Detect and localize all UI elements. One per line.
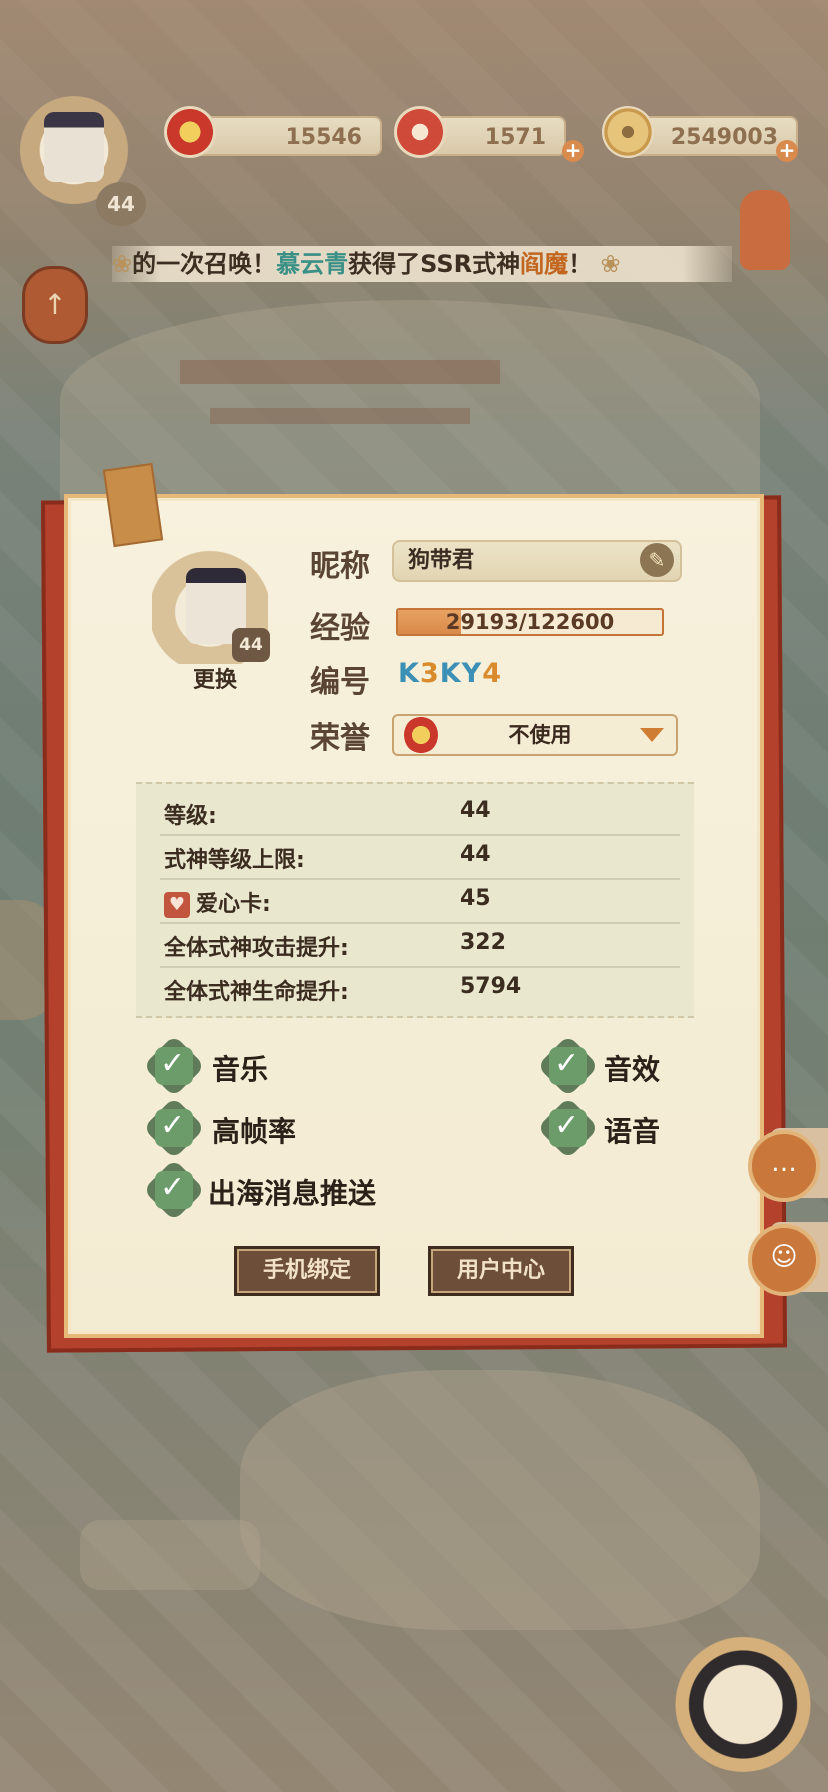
stat-label: 等级:	[164, 804, 217, 829]
magatama-icon	[394, 106, 446, 158]
voice-label: 语音	[604, 1115, 661, 1148]
chat-bubble-icon[interactable]: …	[748, 1130, 820, 1202]
stat-label: 全体式神生命提升:	[164, 980, 349, 1005]
stat-value: 44	[460, 798, 491, 823]
stat-value: 322	[460, 930, 506, 955]
character-corner-icon[interactable]	[668, 1622, 818, 1772]
add-gold-button[interactable]: +	[776, 140, 798, 162]
stat-value: 5794	[460, 974, 522, 999]
marquee-player: 慕云青	[276, 250, 349, 278]
heart-card-icon: ♥	[164, 892, 190, 918]
stat-label: 爱心卡:	[196, 892, 271, 917]
honor-points-value: 15546	[285, 125, 362, 150]
marquee-flower-icon: ❀	[112, 250, 133, 278]
add-magatama-button[interactable]: +	[562, 140, 584, 162]
gold-value: 2549003	[670, 125, 778, 150]
honor-value: 不使用	[508, 723, 572, 747]
stat-value: 44	[460, 842, 491, 867]
magatama-value: 1571	[484, 125, 546, 150]
stat-row: 式神等级上限: 44	[160, 834, 680, 880]
nickname-label: 昵称	[310, 549, 370, 584]
id-label: 编号	[310, 665, 370, 700]
stat-value: 45	[460, 886, 491, 911]
stat-label-with-icon: ♥ 爱心卡:	[164, 886, 271, 918]
mascot-icon[interactable]: ☺	[748, 1224, 820, 1296]
id-part-4: 4	[482, 658, 503, 689]
announcement-marquee: ❀的一次召唤！慕云青获得了SSR式神阎魔！ ❀	[112, 246, 732, 282]
marquee-suffix: ！	[568, 250, 593, 278]
id-part-2: 3	[419, 658, 440, 689]
check-icon: ✓	[160, 1170, 186, 1205]
marquee-middle: 获得了SSR式神	[348, 250, 521, 278]
phone-bind-button[interactable]: 手机绑定	[234, 1246, 380, 1296]
level-up-icon[interactable]: ↑	[22, 266, 88, 344]
stat-row: ♥ 爱心卡: 45	[160, 878, 680, 924]
stat-row: 等级: 44	[160, 790, 680, 836]
marquee-flower-icon-right: ❀	[592, 250, 621, 278]
change-portrait-button[interactable]: 更换	[170, 662, 260, 694]
check-icon: ✓	[554, 1046, 580, 1081]
plum-blossom-icon	[164, 106, 216, 158]
marquee-shikigami: 阎魔	[520, 250, 569, 278]
id-part-1: K	[398, 658, 420, 689]
coin-icon	[602, 106, 654, 158]
high-fps-label: 高帧率	[212, 1115, 297, 1148]
id-part-3: KY	[439, 658, 483, 689]
user-center-button[interactable]: 用户中心	[428, 1246, 574, 1296]
stat-label: 式神等级上限:	[164, 848, 305, 873]
nickname-field[interactable]: 狗带君	[392, 540, 682, 582]
portrait-level-badge: 44	[232, 628, 270, 662]
player-level-badge: 44	[96, 182, 146, 226]
check-icon: ✓	[554, 1108, 580, 1143]
exp-bar: 29193/122600	[396, 608, 664, 636]
koi-fish-icon[interactable]	[740, 190, 790, 270]
marquee-prefix: 的一次召唤！	[132, 250, 277, 278]
exp-label: 经验	[310, 611, 370, 646]
stat-row: 全体式神攻击提升: 322	[160, 922, 680, 968]
honor-badge-icon	[404, 716, 438, 754]
stat-label: 全体式神攻击提升:	[164, 936, 349, 961]
chevron-down-icon[interactable]	[640, 728, 664, 742]
wooden-tag-decoration	[102, 462, 164, 548]
player-id: K3KY4	[398, 658, 502, 689]
check-icon: ✓	[160, 1046, 186, 1081]
music-label: 音乐	[212, 1053, 269, 1086]
avatar-portrait	[44, 112, 104, 182]
stats-table: 等级: 44 式神等级上限: 44 ♥ 爱心卡: 45 全体式神攻击提升: 322…	[136, 782, 694, 1018]
sfx-label: 音效	[604, 1053, 661, 1086]
edit-nickname-icon[interactable]: ✎	[640, 543, 674, 577]
exp-text: 29193/122600	[445, 610, 615, 634]
check-icon: ✓	[160, 1108, 186, 1143]
honor-label: 荣誉	[310, 721, 370, 756]
stat-row: 全体式神生命提升: 5794	[160, 966, 680, 1010]
push-label: 出海消息推送	[208, 1177, 377, 1210]
